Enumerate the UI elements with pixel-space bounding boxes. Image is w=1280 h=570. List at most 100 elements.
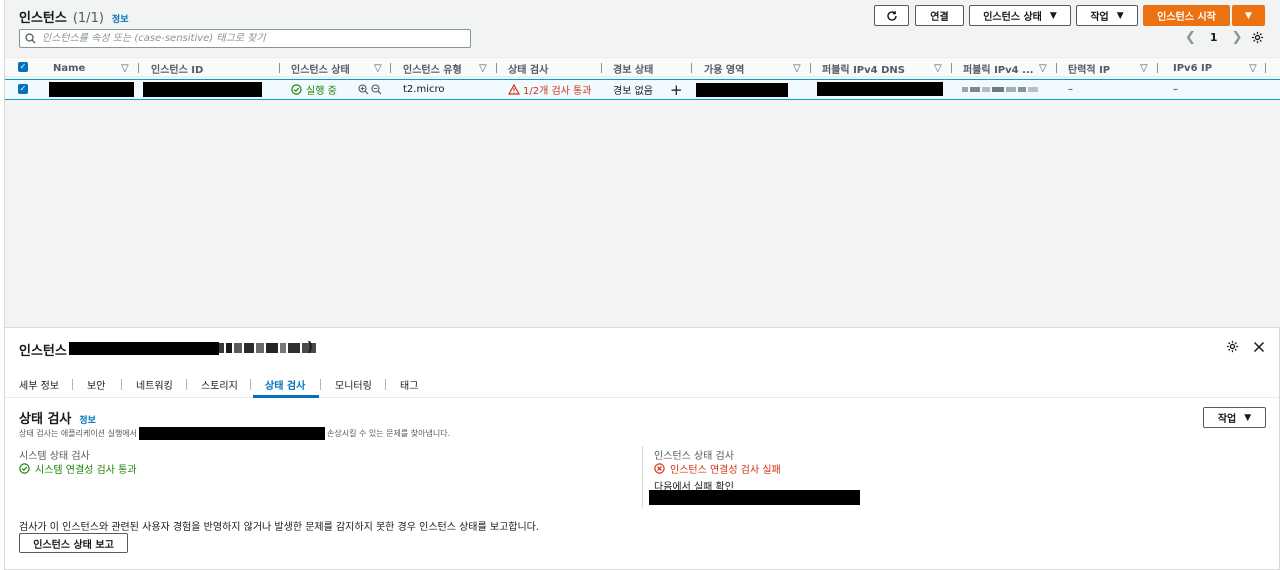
chevron-left-icon[interactable]: ❮ (1185, 30, 1196, 45)
alarm-status-cell: 경보 없음 (613, 80, 653, 99)
filter-icon[interactable]: ▽ (1039, 58, 1047, 78)
page-number[interactable]: 1 (1210, 31, 1218, 44)
detail-header-icons (1226, 340, 1265, 353)
filter-icon[interactable]: ▽ (121, 58, 129, 78)
column-header-name[interactable]: Name (53, 58, 85, 78)
launch-dropdown-button[interactable]: ▼ (1232, 5, 1265, 26)
redacted-failure-time (649, 490, 860, 505)
tab-divider (385, 379, 386, 390)
table-row[interactable]: ✓ 실행 중 t2.micro 1/2개 검사 통과 경보 없음 + – – (5, 79, 1280, 100)
zoom-buttons (358, 80, 382, 99)
gear-icon (1251, 31, 1264, 44)
column-header-elastic-ip[interactable]: 탄력적 IP (1068, 58, 1110, 78)
column-divider[interactable] (601, 63, 602, 73)
report-description: 검사가 이 인스턴스와 관련된 사용자 경험을 반영하지 않거나 발생한 문제를… (19, 522, 540, 533)
tab-details[interactable]: 세부 정보 (19, 370, 59, 398)
add-alarm-button[interactable]: + (670, 80, 683, 99)
tab-divider (250, 379, 251, 390)
column-divider[interactable] (691, 63, 692, 73)
status-check-text: 1/2개 검사 통과 (523, 86, 592, 97)
detail-title-suffix: ) (307, 340, 313, 355)
column-header-ipv6[interactable]: IPv6 IP (1173, 58, 1212, 78)
search-icon (25, 33, 36, 44)
filter-icon[interactable]: ▽ (1249, 58, 1257, 78)
tab-networking[interactable]: 네트워킹 (136, 370, 173, 398)
refresh-icon (886, 10, 897, 21)
filter-icon[interactable]: ▽ (793, 58, 801, 78)
tab-storage[interactable]: 스토리지 (201, 370, 238, 398)
select-all-checkbox[interactable]: ✓ (18, 62, 28, 72)
column-divider[interactable] (138, 63, 139, 73)
column-header-public-ipv4[interactable]: 퍼블릭 IPv4 ... (963, 58, 1034, 78)
info-link[interactable]: 정보 (112, 12, 129, 25)
tab-monitoring[interactable]: 모니터링 (335, 370, 372, 398)
info-link[interactable]: 정보 (79, 413, 96, 426)
tab-tags[interactable]: 태그 (400, 370, 418, 398)
row-checkbox[interactable]: ✓ (18, 84, 28, 94)
system-check-status: 시스템 연결성 검사 통과 (19, 461, 137, 476)
column-header-instance-type[interactable]: 인스턴스 유형 (403, 58, 462, 78)
launch-instance-button[interactable]: 인스턴스 시작 (1143, 5, 1230, 26)
zoom-in-icon[interactable] (358, 84, 369, 95)
search-input[interactable] (42, 33, 462, 44)
column-header-status-check[interactable]: 상태 검사 (508, 58, 548, 78)
column-header-availability-zone[interactable]: 가용 영역 (704, 58, 744, 78)
column-header-alarm-status[interactable]: 경보 상태 (613, 58, 653, 78)
connect-button[interactable]: 연결 (915, 5, 964, 26)
ipv6-cell: – (1173, 80, 1178, 99)
column-divider[interactable] (1056, 63, 1057, 73)
instance-type-cell: t2.micro (403, 80, 445, 99)
actions-button[interactable]: 작업 ▼ (1076, 5, 1138, 26)
detail-title: 인스턴스 ) (19, 340, 316, 359)
status-actions-label: 작업 (1217, 414, 1237, 425)
error-circle-icon (654, 463, 665, 474)
launch-label: 인스턴스 시작 (1157, 12, 1216, 23)
tab-divider (186, 379, 187, 390)
instance-state-button[interactable]: 인스턴스 상태 ▼ (969, 5, 1071, 26)
gear-icon[interactable] (1226, 340, 1239, 353)
tab-security[interactable]: 보안 (87, 370, 105, 398)
search-field[interactable] (19, 29, 471, 48)
instance-type-text: t2.micro (403, 84, 445, 95)
redacted-instance-name (69, 342, 219, 355)
system-check-value: 시스템 연결성 검사 통과 (35, 465, 137, 476)
tab-status-checks[interactable]: 상태 검사 (265, 370, 305, 398)
column-divider[interactable] (810, 63, 811, 73)
connect-label: 연결 (930, 12, 949, 23)
chevron-right-icon[interactable]: ❯ (1232, 30, 1243, 45)
column-divider (642, 446, 643, 508)
refresh-button[interactable] (874, 5, 909, 26)
column-divider[interactable] (951, 63, 952, 73)
page-title-row: 인스턴스 (1/1) 정보 (19, 7, 128, 26)
column-divider[interactable] (390, 63, 391, 73)
column-divider[interactable] (496, 63, 497, 73)
column-divider[interactable] (1157, 63, 1158, 73)
instance-state-text: 실행 중 (306, 86, 337, 97)
status-check-cell[interactable]: 1/2개 검사 통과 (508, 80, 591, 99)
column-header-instance-id[interactable]: 인스턴스 ID (151, 58, 203, 78)
column-divider[interactable] (1265, 63, 1266, 73)
column-header-instance-state[interactable]: 인스턴스 상태 (291, 58, 350, 78)
table-settings-button[interactable] (1251, 31, 1264, 47)
filter-icon[interactable]: ▽ (1140, 58, 1148, 78)
report-instance-status-button[interactable]: 인스턴스 상태 보고 (19, 533, 128, 553)
instance-detail-panel: 인스턴스 ) 세부 정보 보안 네트워킹 스토리지 상태 검사 모니터링 태그 … (4, 327, 1280, 570)
tab-divider (121, 379, 122, 390)
pixelated-ipv4 (962, 80, 1038, 99)
zoom-out-icon[interactable] (371, 84, 382, 95)
instance-state-cell: 실행 중 (291, 80, 337, 99)
column-divider[interactable] (279, 63, 280, 73)
redacted-instance-id (143, 82, 262, 97)
detail-tabs: 세부 정보 보안 네트워킹 스토리지 상태 검사 모니터링 태그 (5, 370, 1279, 398)
filter-icon[interactable]: ▽ (374, 58, 382, 78)
column-header-public-ipv4-dns[interactable]: 퍼블릭 IPv4 DNS (822, 58, 905, 78)
instances-panel: 인스턴스 (1/1) 정보 연결 인스턴스 상태 ▼ 작업 ▼ 인스턴스 시작 … (4, 0, 1280, 327)
caret-down-icon: ▼ (1244, 412, 1252, 423)
redacted-name (49, 82, 134, 97)
filter-icon[interactable]: ▽ (479, 58, 487, 78)
status-actions-button[interactable]: 작업 ▼ (1203, 407, 1266, 428)
close-icon[interactable] (1253, 341, 1265, 353)
status-checks-heading: 상태 검사 정보 (19, 408, 96, 427)
pagination: ❮ 1 ❯ (1185, 30, 1242, 45)
filter-icon[interactable]: ▽ (934, 58, 942, 78)
